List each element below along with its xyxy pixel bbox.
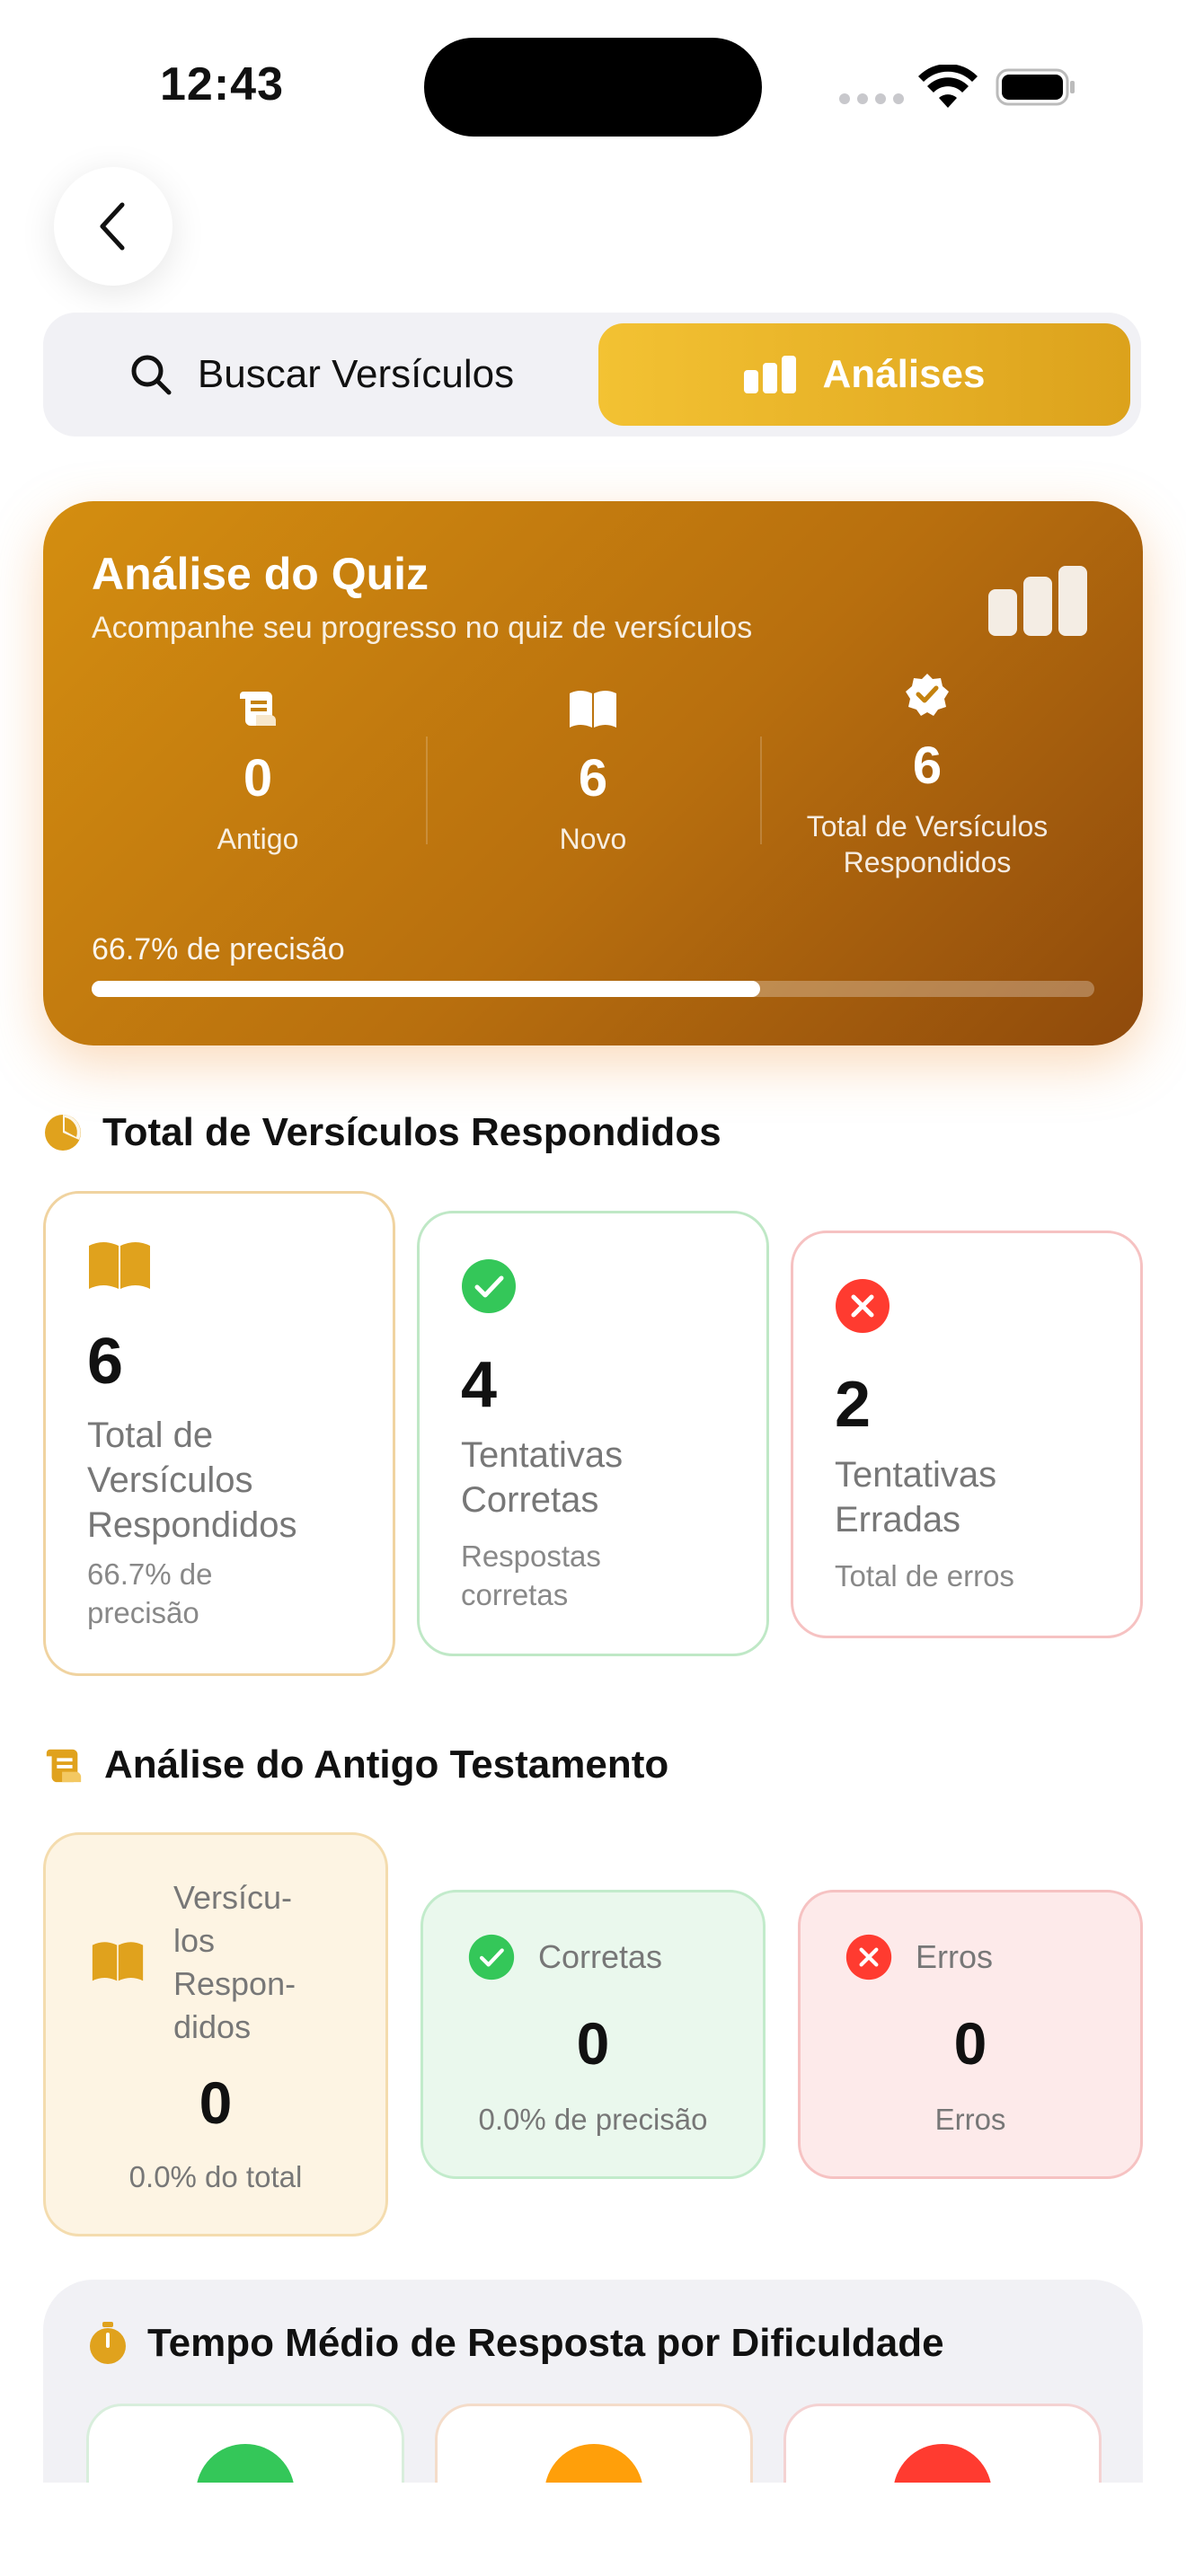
wifi-icon [918, 65, 978, 108]
search-icon [131, 355, 172, 395]
book-icon [92, 1942, 144, 1981]
card-name: Tentativas Erradas [835, 1455, 997, 1539]
tab-search-label: Buscar Versículos [197, 352, 515, 396]
correct-attempts-card: 4 Tentativas Corretas Respostas corretas [417, 1211, 769, 1656]
ot-answered-card: Versícu- los Respon- didos 0 0.0% do tot… [43, 1832, 388, 2236]
wrong-attempts-card: 2 Tentativas Erradas Total de erros [791, 1231, 1143, 1638]
cellular-signal-icon [839, 93, 904, 104]
check-circle-icon [468, 1934, 515, 1981]
card-name: Total de Versículos Respondidos [87, 1416, 297, 1545]
card-desc: Total de erros [835, 1559, 1014, 1592]
tab-analysis[interactable]: Análises [598, 323, 1130, 426]
section-time-header: Tempo Médio de Resposta por Dificuldade [88, 2321, 944, 2366]
card-value: 4 [461, 1349, 498, 1421]
hero-stat-label: Novo [559, 823, 627, 855]
quiz-analysis-subtitle: Acompanhe seu progresso no quiz de versí… [92, 611, 753, 645]
ot-errors-card: Erros 0 Erros [798, 1890, 1143, 2179]
section-ot-title: Análise do Antigo Testamento [104, 1742, 669, 1786]
section-ot-header: Análise do Antigo Testamento [43, 1742, 668, 1787]
hero-stat-antigo: 0 Antigo [123, 686, 393, 857]
section-total-header: Total de Versículos Respondidos [43, 1110, 721, 1155]
hero-stat-label: Total de Versículos Respondidos [806, 810, 1049, 878]
hero-stat-novo: 6 Novo [458, 686, 728, 857]
precision-progress-fill [92, 981, 761, 997]
x-circle-icon [845, 1934, 892, 1981]
book-icon [570, 691, 616, 728]
bar-chart-icon [988, 566, 1087, 636]
tab-search-verses[interactable]: Buscar Versículos [43, 313, 600, 437]
chevron-left-icon [100, 202, 125, 251]
hero-stat-value: 6 [578, 749, 608, 807]
section-time-title: Tempo Médio de Resposta por Dificuldade [147, 2321, 944, 2365]
bottom-fade [0, 2483, 1186, 2576]
card-desc: Respostas corretas [461, 1539, 601, 1611]
back-button[interactable] [54, 167, 173, 286]
card-value: 6 [87, 1326, 124, 1398]
stopwatch-icon [90, 2322, 126, 2364]
divider [426, 737, 428, 844]
battery-icon [996, 68, 1075, 106]
scroll-icon [46, 1749, 82, 1783]
status-time: 12:43 [160, 58, 284, 110]
card-desc: 66.7% de precisão [87, 1557, 213, 1629]
check-circle-icon [462, 1259, 516, 1313]
card-value: 2 [835, 1369, 872, 1441]
scroll-icon [240, 692, 276, 726]
ot-correct-card: Corretas 0 0.0% de precisão [420, 1890, 766, 2179]
quiz-analysis-card: Análise do Quiz Acompanhe seu progresso … [43, 501, 1143, 1045]
section-total-title: Total de Versículos Respondidos [102, 1110, 721, 1154]
hero-stat-total: 6 Total de Versículos Respondidos [792, 672, 1062, 880]
dynamic-island [424, 38, 762, 137]
quiz-analysis-title: Análise do Quiz [92, 549, 429, 599]
x-circle-icon [836, 1279, 890, 1333]
pie-chart-icon [45, 1115, 81, 1151]
precision-text: 66.7% de precisão [92, 932, 345, 966]
ot-card-label: Corretas [538, 1938, 663, 1975]
total-answered-card: 6 Total de Versículos Respondidos 66.7% … [43, 1191, 395, 1676]
tab-analysis-label: Análises [822, 352, 986, 396]
book-icon [89, 1242, 150, 1289]
ot-card-sub: 0.0% do total [128, 2160, 303, 2193]
hero-stat-value: 6 [912, 737, 943, 795]
view-segmented-control: Buscar Versículos Análises [43, 313, 1141, 437]
bar-chart-icon [743, 356, 796, 393]
ot-answered-label: Versícu- los Respon- didos [173, 1879, 296, 2045]
verified-badge-icon [906, 674, 949, 716]
hero-stat-value: 0 [243, 749, 273, 807]
ot-card-value: 0 [953, 2010, 987, 2077]
ot-card-sub: 0.0% de precisão [478, 2103, 708, 2136]
ot-card-value: 0 [199, 2069, 233, 2136]
hero-stat-label: Antigo [217, 823, 299, 855]
ot-card-value: 0 [576, 2010, 610, 2077]
precision-progress-bar [92, 981, 1094, 997]
ot-card-sub: Erros [934, 2103, 1006, 2136]
card-name: Tentativas Corretas [461, 1435, 624, 1520]
divider [760, 737, 762, 844]
ot-card-label: Erros [916, 1938, 994, 1975]
